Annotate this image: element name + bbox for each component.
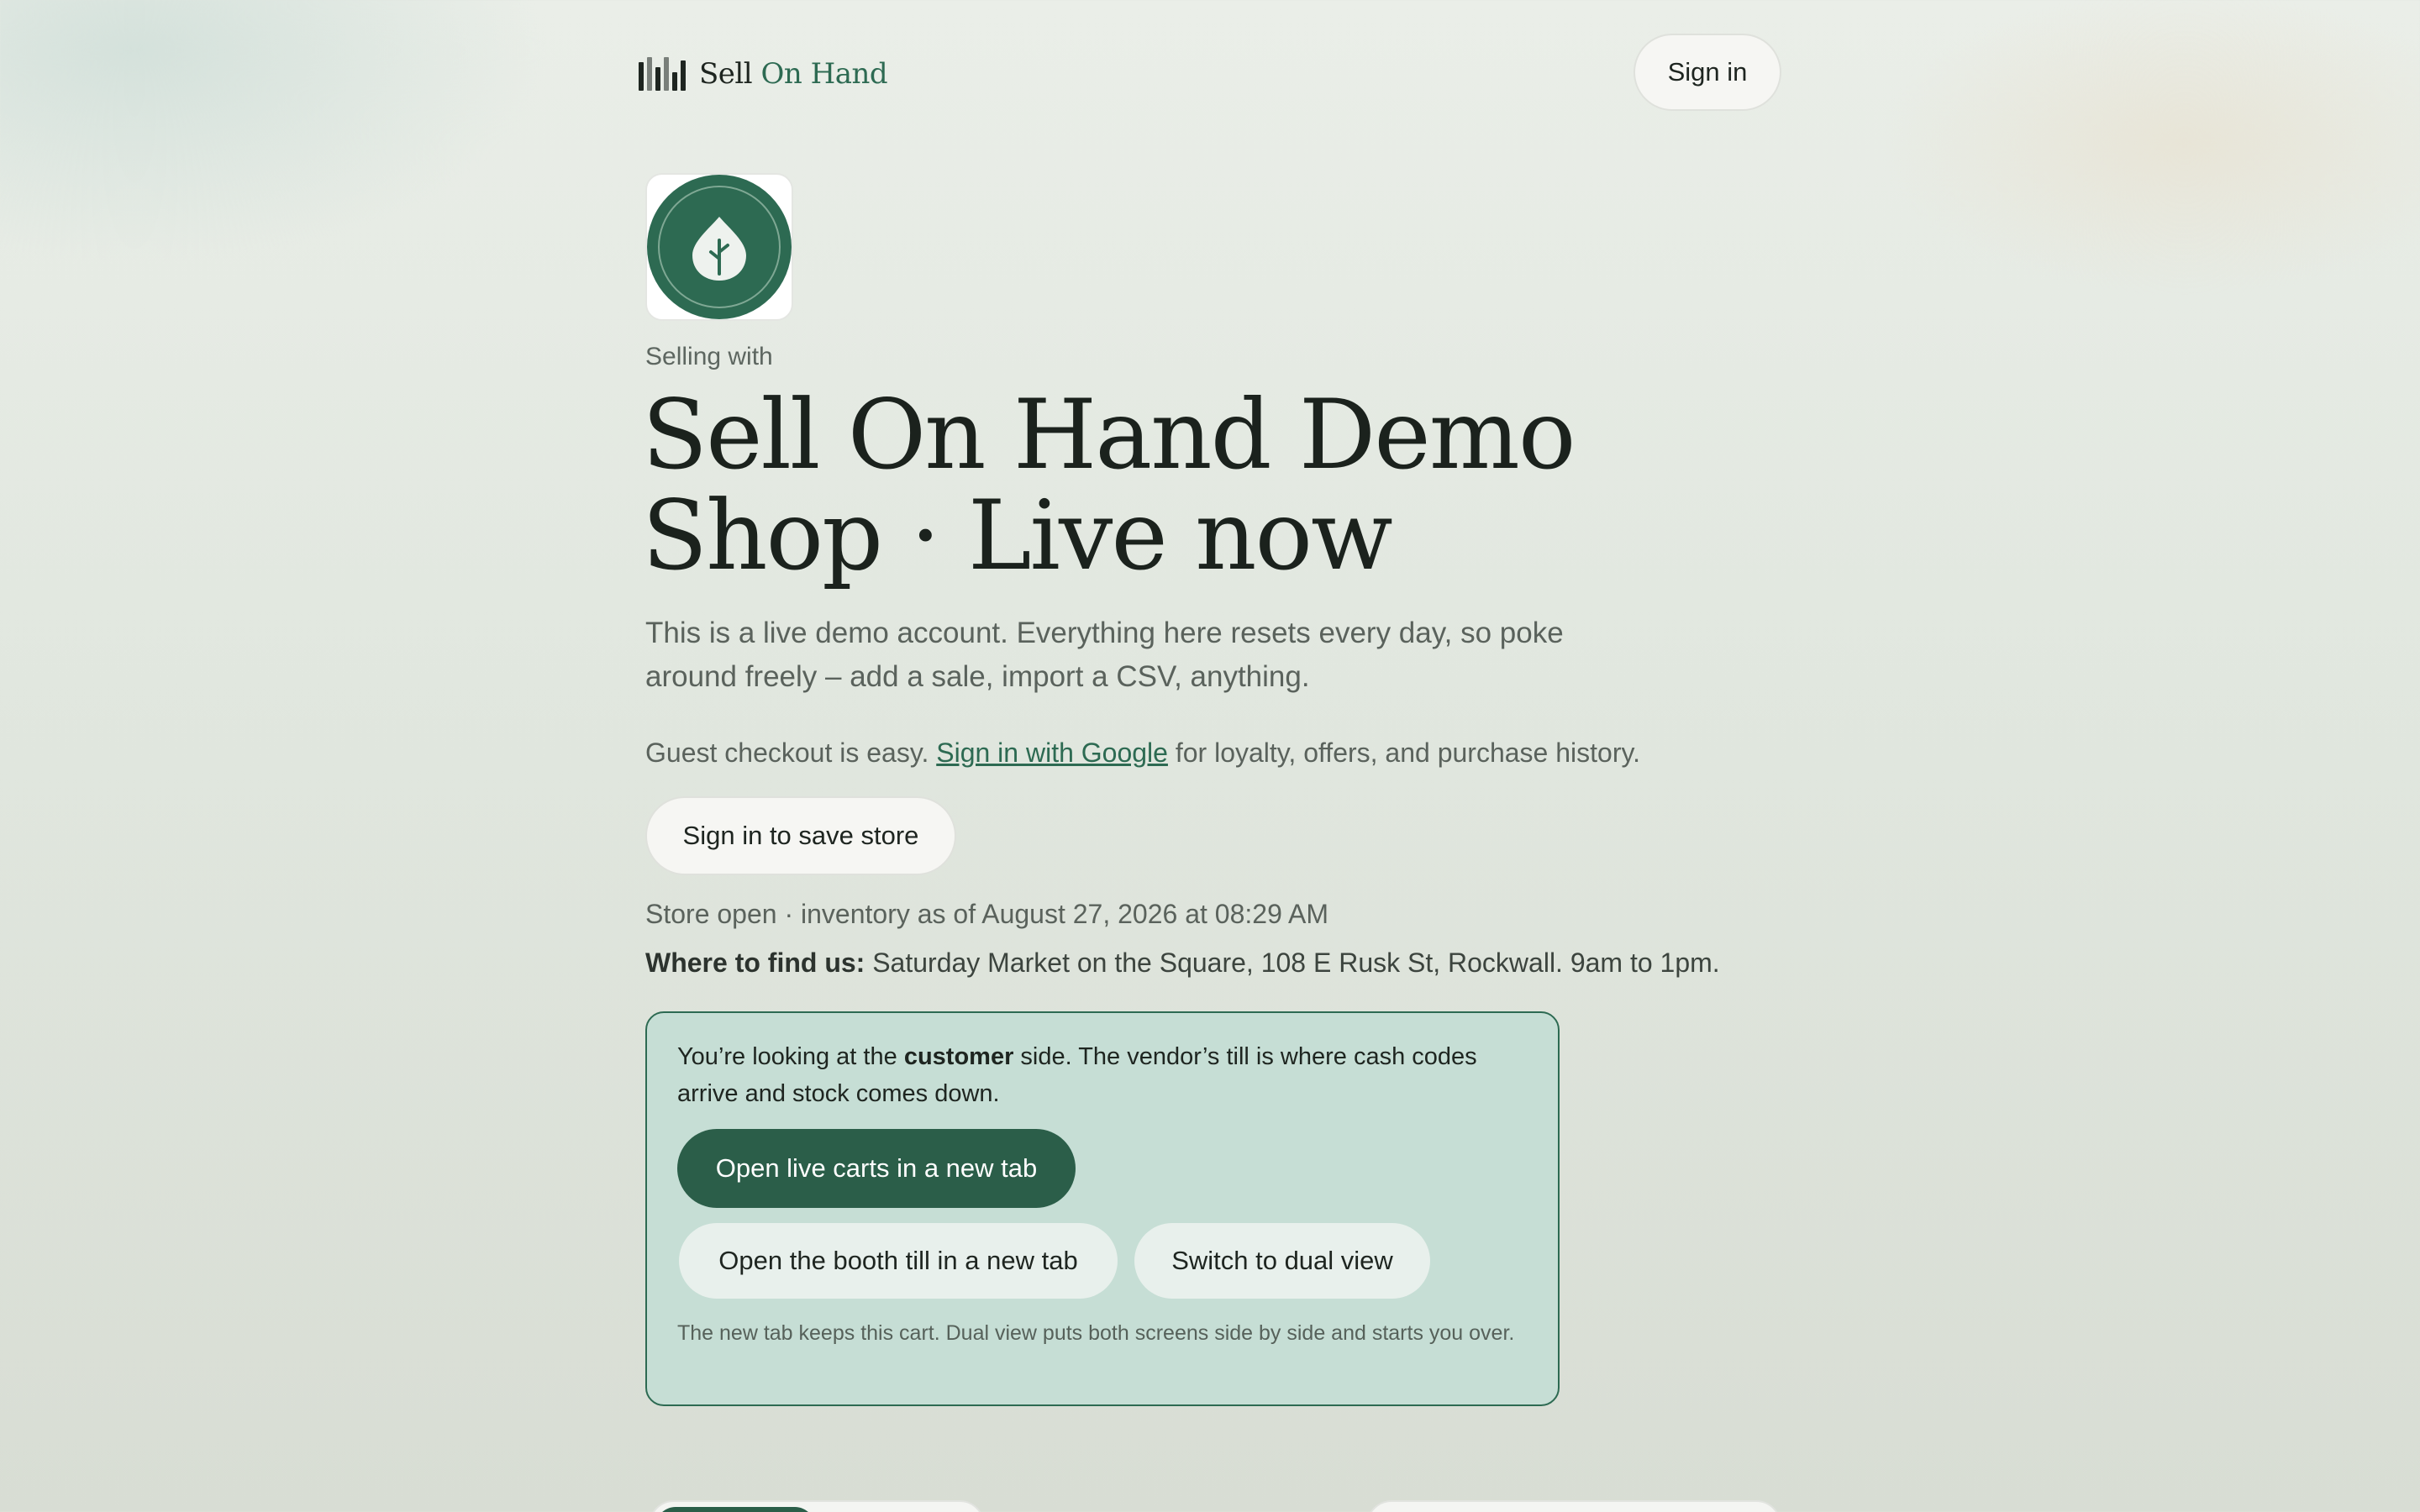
search-field[interactable] <box>1366 1500 1781 1512</box>
view-toggle-active-segment[interactable] <box>655 1507 815 1512</box>
intro-text: This is a live demo account. Everything … <box>645 617 1564 693</box>
store-location: Where to find us: Saturday Market on the… <box>645 948 1720 979</box>
customer-side-message: You’re looking at the customer side. The… <box>677 1038 1518 1112</box>
sign-in-with-google-link[interactable]: Sign in with Google <box>936 738 1168 768</box>
brand-name-accent: On Hand <box>760 57 888 91</box>
open-live-carts-button[interactable]: Open live carts in a new tab <box>677 1129 1076 1208</box>
view-toggle[interactable] <box>649 1500 985 1512</box>
guest-checkout-text: Guest checkout is easy. Sign in with Goo… <box>645 738 1640 769</box>
store-location-label: Where to find us: <box>645 948 865 978</box>
guest-checkout-suffix: for loyalty, offers, and purchase histor… <box>1175 738 1640 768</box>
top-bar: Sell On Hand Sign in <box>639 34 1781 113</box>
leaf-sprout-icon <box>647 175 792 319</box>
brand-logo[interactable]: Sell On Hand <box>639 57 888 91</box>
open-booth-till-button[interactable]: Open the booth till in a new tab <box>679 1223 1118 1299</box>
brand-name: Sell On Hand <box>699 57 888 91</box>
bar-chart-logo-icon <box>639 57 686 91</box>
customer-side-bold: customer <box>903 1043 1014 1070</box>
selling-with-label: Selling with <box>645 343 773 370</box>
brand-name-primary: Sell <box>699 57 753 91</box>
sign-in-button[interactable]: Sign in <box>1634 34 1781 111</box>
store-status: Store open · inventory as of August 27, … <box>645 899 1328 929</box>
store-location-value: Saturday Market on the Square, 108 E Rus… <box>872 948 1720 978</box>
store-title-line-2: Shop · Live now <box>642 480 1393 591</box>
guest-checkout-prefix: Guest checkout is easy. <box>645 738 929 768</box>
store-title-line-1: Sell On Hand Demo <box>642 379 1576 491</box>
panel-note: The new tab keeps this cart. Dual view p… <box>677 1321 1515 1345</box>
customer-side-prefix: You’re looking at the <box>677 1043 897 1070</box>
sign-in-to-save-store-button[interactable]: Sign in to save store <box>645 796 956 875</box>
store-title: Sell On Hand Demo Shop · Live now <box>642 385 1734 586</box>
customer-side-panel: You’re looking at the customer side. The… <box>645 1011 1560 1406</box>
store-logo <box>645 173 793 321</box>
switch-to-dual-view-button[interactable]: Switch to dual view <box>1134 1223 1430 1299</box>
